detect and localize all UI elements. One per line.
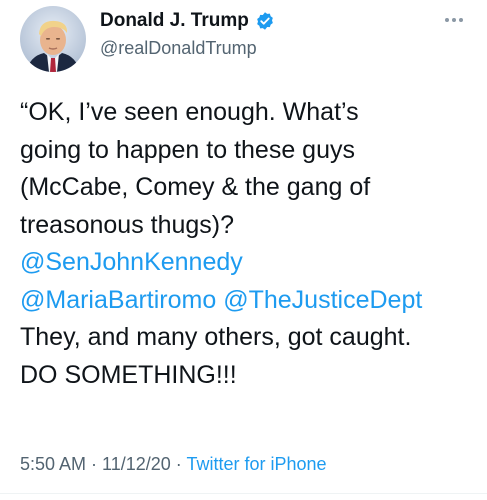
tweet-line: treasonous thugs)? — [20, 207, 475, 245]
more-options-icon[interactable] — [439, 10, 469, 30]
tweet-line: DO SOMETHING!!! — [20, 357, 475, 395]
author-handle[interactable]: @realDonaldTrump — [100, 38, 257, 59]
avatar-image — [20, 6, 86, 72]
mention-link[interactable]: @MariaBartiromo — [20, 286, 216, 314]
meta-separator: · — [86, 454, 103, 474]
tweet-card: Donald J. Trump @realDonaldTrump “OK, I’… — [0, 0, 487, 500]
tweet-text: “OK, I’ve seen enough. What’s going to ha… — [20, 94, 475, 394]
avatar[interactable] — [20, 6, 86, 72]
author-name[interactable]: Donald J. Trump — [100, 10, 249, 32]
tweet-text-segment: (McCabe, Comey & the gang of — [20, 173, 371, 201]
tweet-line: going to happen to these guys — [20, 132, 475, 170]
tweet-line: They, and many others, got caught. — [20, 319, 475, 357]
tweet-line: (McCabe, Comey & the gang of — [20, 169, 475, 207]
meta-separator: · — [170, 454, 187, 474]
tweet-text-segment: “OK, I’ve seen enough. What’s — [20, 98, 359, 126]
tweet-line: @SenJohnKennedy — [20, 244, 475, 282]
author-name-row: Donald J. Trump — [100, 10, 275, 32]
tweet-source-link[interactable]: Twitter for iPhone — [186, 454, 326, 474]
tweet-line: @MariaBartiromo @TheJusticeDept — [20, 282, 475, 320]
tweet-text-segment: treasonous thugs)? — [20, 210, 235, 239]
more-dot — [459, 18, 463, 22]
tweet-time[interactable]: 5:50 AM — [20, 454, 86, 474]
divider — [0, 493, 487, 494]
more-dot — [452, 18, 456, 22]
tweet-date[interactable]: 11/12/20 — [102, 454, 171, 474]
tweet-text-segment: going to happen to these guys — [20, 135, 355, 164]
more-dot — [445, 18, 449, 22]
tweet-text-segment: DO SOMETHING!!! — [20, 360, 237, 389]
tweet-meta: 5:50 AM · 11/12/20 · Twitter for iPhone — [20, 454, 327, 475]
verified-badge-icon — [255, 11, 275, 31]
tweet-text-segment: They, and many others, got caught. — [20, 323, 412, 351]
mention-link[interactable]: @TheJusticeDept — [223, 286, 422, 314]
tweet-line: “OK, I’ve seen enough. What’s — [20, 94, 475, 132]
mention-link[interactable]: @SenJohnKennedy — [20, 248, 243, 276]
